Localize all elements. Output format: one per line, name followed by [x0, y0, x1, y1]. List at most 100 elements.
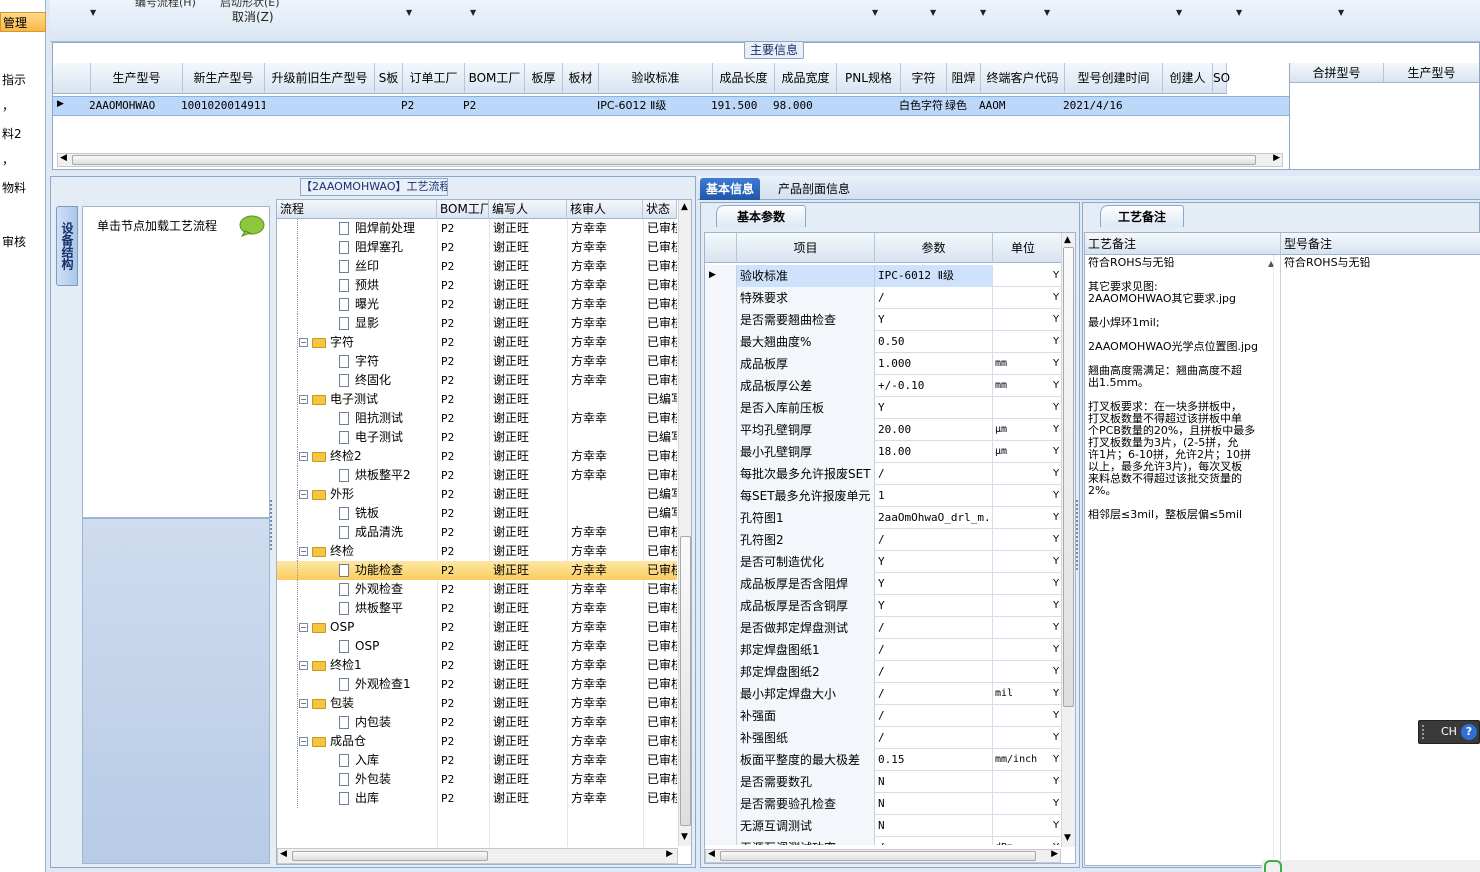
tree-node[interactable]: 阻焊前处理	[277, 219, 437, 238]
row-header[interactable]	[705, 309, 737, 331]
tree-node[interactable]: 终固化	[277, 371, 437, 390]
param-row[interactable]: 是否可制造优化 Y Y	[705, 551, 1061, 573]
param-row[interactable]: 最小孔壁铜厚 18.00 μm Y	[705, 441, 1061, 463]
collapse-icon[interactable]: −	[299, 547, 308, 556]
nav-item[interactable]: 料2	[0, 124, 46, 144]
horizontal-scrollbar[interactable]: ◀ ▶	[277, 848, 678, 864]
tree-node[interactable]: − 外形	[277, 485, 437, 504]
param-value[interactable]: /	[875, 463, 993, 485]
tree-node[interactable]: − 电子测试	[277, 390, 437, 409]
row-header[interactable]	[705, 617, 737, 639]
param-value[interactable]: 1	[875, 485, 993, 507]
param-row[interactable]: 是否做邦定焊盘测试 / Y	[705, 617, 1061, 639]
collapse-icon[interactable]: −	[299, 338, 308, 347]
table-cell[interactable]: P2	[399, 96, 465, 116]
column-header[interactable]: BOM工厂	[465, 63, 525, 94]
collapse-icon[interactable]: −	[299, 490, 308, 499]
dropdown-arrow-icon[interactable]: ▼	[406, 8, 412, 17]
tree-row[interactable]: 烘板整平2 P2 谢正旺 方幸幸 已审核	[277, 466, 677, 485]
param-row[interactable]: 是否入库前压板 Y Y	[705, 397, 1061, 419]
collapse-icon[interactable]: −	[299, 395, 308, 404]
tree-node[interactable]: OSP	[277, 637, 437, 656]
tree-node[interactable]: 阻抗测试	[277, 409, 437, 428]
table-cell[interactable]: 白色字符	[897, 96, 947, 116]
param-row[interactable]: 邦定焊盘图纸1/ Y	[705, 639, 1061, 661]
tab-basic-info[interactable]: 基本信息	[700, 178, 761, 200]
row-header[interactable]	[705, 485, 737, 507]
vertical-scrollbar[interactable]: ▲ ▼	[1061, 233, 1075, 847]
tree-node[interactable]: 烘板整平2	[277, 466, 437, 485]
table-cell[interactable]: AAOM	[977, 96, 1065, 116]
param-row[interactable]: 每批次最多允许报废SET / Y	[705, 463, 1061, 485]
param-value[interactable]: /	[875, 705, 993, 727]
param-value[interactable]: 20.00	[875, 419, 993, 441]
tree-node[interactable]: − 终检1	[277, 656, 437, 675]
row-header[interactable]: ▶	[705, 265, 737, 287]
row-header[interactable]	[705, 331, 737, 353]
ime-toolbar[interactable]: CH ?	[1418, 720, 1480, 744]
column-header[interactable]: 新生产型号	[183, 63, 265, 94]
row-header[interactable]	[705, 837, 737, 845]
tree-node[interactable]: 外包装	[277, 770, 437, 789]
param-value[interactable]: N	[875, 771, 993, 793]
column-header[interactable]: 板厚	[525, 63, 563, 94]
column-header[interactable]: 合拼型号	[1290, 63, 1384, 83]
param-value[interactable]: Y	[875, 397, 993, 419]
nav-item[interactable]: 审核	[0, 232, 46, 252]
param-value[interactable]: +/-0.10	[875, 375, 993, 397]
tree-node[interactable]: 烘板整平	[277, 599, 437, 618]
param-row[interactable]: 成品板厚是否含阻焊 Y Y	[705, 573, 1061, 595]
tree-node[interactable]: 丝印	[277, 257, 437, 276]
column-header[interactable]: 字符	[901, 63, 947, 94]
param-row[interactable]: 无源互调测试 N Y	[705, 815, 1061, 837]
row-header[interactable]	[705, 815, 737, 837]
scroll-down-icon[interactable]: ▼	[681, 832, 688, 842]
param-row[interactable]: 特殊要求 / Y	[705, 287, 1061, 309]
tree-row[interactable]: OSP P2 谢正旺 方幸幸 已审核	[277, 637, 677, 656]
param-value[interactable]: /	[875, 287, 993, 309]
tab-basic-params[interactable]: 基本参数	[716, 205, 806, 227]
column-header[interactable]: 验收标准	[599, 63, 713, 94]
tree-row[interactable]: 内包装 P2 谢正旺 方幸幸 已审核	[277, 713, 677, 732]
table-cell[interactable]: 191.500	[709, 96, 775, 116]
ime-grip-icon[interactable]	[1422, 725, 1428, 739]
param-value[interactable]: /	[875, 639, 993, 661]
row-header[interactable]	[705, 375, 737, 397]
tree-row[interactable]: 外观检查1 P2 谢正旺 方幸幸 已审核	[277, 675, 677, 694]
col-header-unit[interactable]: 单位	[993, 233, 1053, 263]
tree-node[interactable]: 内包装	[277, 713, 437, 732]
column-header[interactable]: 核审人	[567, 200, 643, 219]
param-row[interactable]: 最小邦定焊盘大小 / mil Y	[705, 683, 1061, 705]
column-header[interactable]: PNL规格	[837, 63, 901, 94]
param-row[interactable]: 孔符图1 2aaOmOhwaO_drl_m... Y	[705, 507, 1061, 529]
tree-node[interactable]: 显影	[277, 314, 437, 333]
tree-node[interactable]: 外观检查	[277, 580, 437, 599]
param-row[interactable]: 板面平整度的最大极差 0.15 mm/inch Y	[705, 749, 1061, 771]
param-row[interactable]: 成品板厚公差 +/-0.10 mm Y	[705, 375, 1061, 397]
tree-folder-row[interactable]: − 包装 P2 谢正旺 方幸幸 已审核	[277, 694, 677, 713]
tray-app-icon[interactable]	[1264, 860, 1282, 872]
tree-row[interactable]: 字符 P2 谢正旺 方幸幸 已审核	[277, 352, 677, 371]
tree-row[interactable]: 入库 P2 谢正旺 方幸幸 已审核	[277, 751, 677, 770]
cancel-menu[interactable]: 取消(Z)	[232, 8, 274, 25]
row-header[interactable]	[705, 353, 737, 375]
param-row[interactable]: 每SET最多允许报废单元 1 Y	[705, 485, 1061, 507]
tree-row[interactable]: 电子测试 P2 谢正旺 已编写	[277, 428, 677, 447]
dropdown-arrow-icon[interactable]: ▼	[1338, 8, 1344, 17]
col-header-process-note[interactable]: 工艺备注	[1085, 233, 1281, 255]
param-value[interactable]: /	[875, 727, 993, 749]
tree-row[interactable]: 阻抗测试 P2 谢正旺 方幸幸 已审核	[277, 409, 677, 428]
param-value[interactable]: /	[875, 617, 993, 639]
param-value[interactable]: /	[875, 661, 993, 683]
tree-row[interactable]: 烘板整平 P2 谢正旺 方幸幸 已审核	[277, 599, 677, 618]
param-value[interactable]: 0.15	[875, 749, 993, 771]
column-header[interactable]: 型号创建时间	[1065, 63, 1163, 94]
column-header[interactable]: 终端客户代码	[981, 63, 1065, 94]
column-header[interactable]: 编写人	[489, 200, 567, 219]
column-header[interactable]: 生产型号	[1384, 63, 1479, 83]
tree-folder-row[interactable]: − 字符 P2 谢正旺 方幸幸 已审核	[277, 333, 677, 352]
param-row[interactable]: 孔符图2/ Y	[705, 529, 1061, 551]
dropdown-arrow-icon[interactable]: ▼	[470, 8, 476, 17]
param-value[interactable]: 1.000	[875, 353, 993, 375]
row-header[interactable]	[705, 727, 737, 749]
